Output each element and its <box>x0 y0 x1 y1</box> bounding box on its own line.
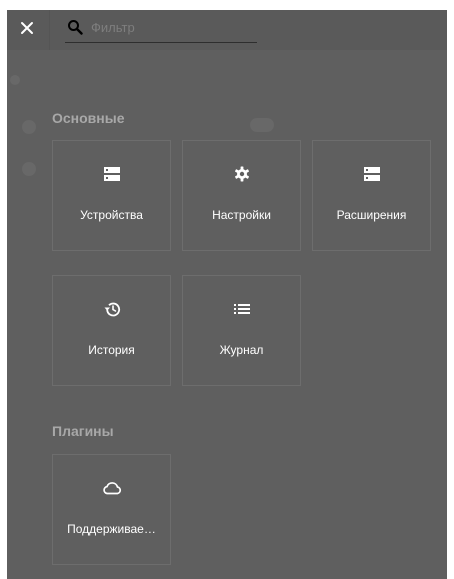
search-icon <box>67 19 83 40</box>
tile-label: Устройства <box>80 208 143 222</box>
tile-supported-plugin[interactable]: Поддерживае… <box>52 454 171 565</box>
top-bar-divider <box>49 10 50 50</box>
background-dot <box>10 75 20 85</box>
tile-history[interactable]: История <box>52 275 171 386</box>
gear-icon <box>183 165 300 183</box>
tile-label: Журнал <box>219 343 264 357</box>
close-button[interactable] <box>7 10 47 50</box>
background-dot <box>22 162 36 176</box>
section-title-plugins: Плагины <box>52 423 114 439</box>
tile-label: Расширения <box>336 208 407 222</box>
section-title-main: Основные <box>52 110 125 126</box>
tile-devices[interactable]: Устройства <box>52 140 171 251</box>
history-icon <box>53 300 170 318</box>
top-bar <box>7 10 447 50</box>
tile-journal[interactable]: Журнал <box>182 275 301 386</box>
search-input[interactable] <box>91 16 251 38</box>
menu-overlay: Основные Устройства Настро <box>7 10 447 579</box>
cloud-icon <box>53 479 170 497</box>
tile-extensions[interactable]: Расширения <box>312 140 431 251</box>
devices-icon <box>53 165 170 183</box>
tile-settings[interactable]: Настройки <box>182 140 301 251</box>
journal-icon <box>183 300 300 318</box>
close-icon <box>20 21 34 40</box>
tile-label: Поддерживае… <box>67 522 156 536</box>
tile-label: Настройки <box>212 208 271 222</box>
background-dot <box>22 120 36 134</box>
extensions-icon <box>313 165 430 183</box>
background-toggle <box>250 118 274 132</box>
tile-label: История <box>88 343 135 357</box>
search-box <box>65 14 257 43</box>
